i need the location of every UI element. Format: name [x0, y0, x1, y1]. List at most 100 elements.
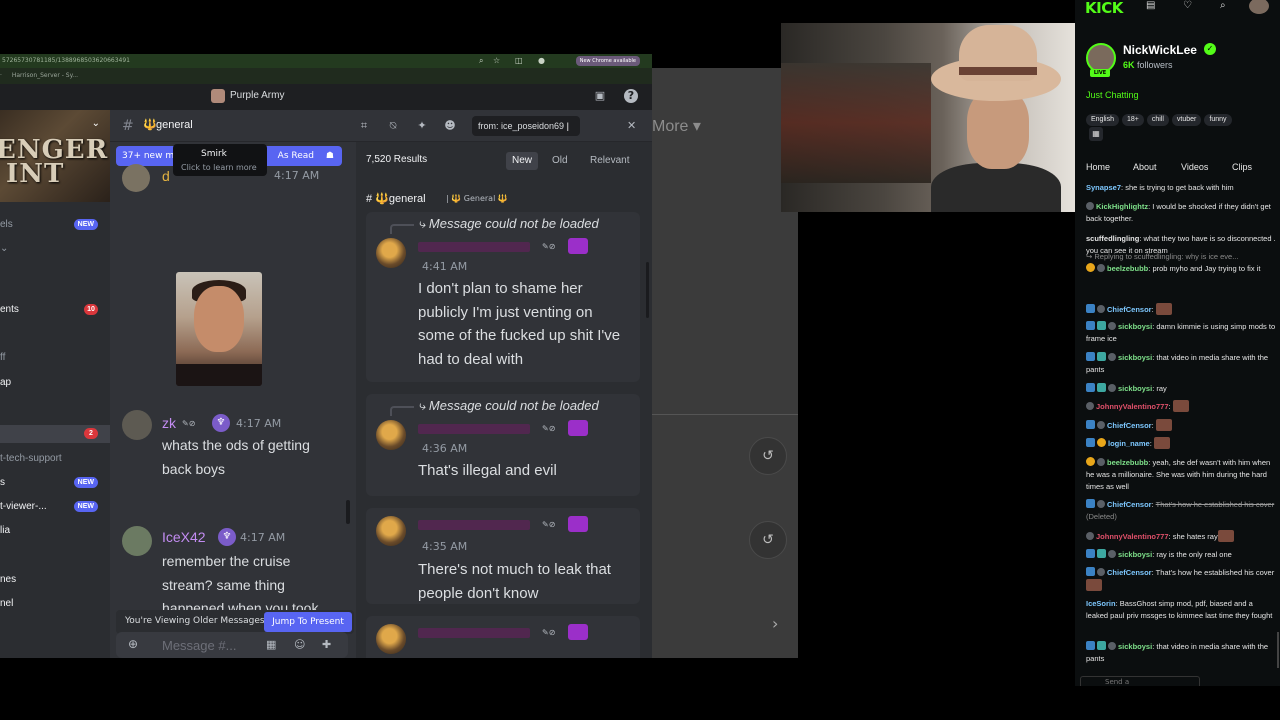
sidebar-item[interactable]: ap: [0, 374, 110, 392]
avatar[interactable]: [376, 238, 406, 268]
sidebar-item[interactable]: els NEW: [0, 216, 110, 234]
chat-username[interactable]: JohnnyValentino777: [1096, 532, 1169, 541]
message-input[interactable]: Message #...: [162, 638, 236, 653]
search-input[interactable]: from: ice_poseidon69 |: [472, 116, 580, 136]
scrollbar[interactable]: [346, 500, 350, 524]
message-composer[interactable]: ⊕ Message #... ▦ ☺ ✚: [116, 632, 348, 658]
chevron-right-icon[interactable]: ›: [772, 614, 778, 633]
zoom-icon[interactable]: ⌕: [479, 54, 483, 68]
sidebar-item[interactable]: t-viewer-... NEW: [0, 498, 110, 516]
close-icon[interactable]: ✕: [627, 119, 636, 132]
tab-about[interactable]: About: [1133, 162, 1157, 172]
scrollbar[interactable]: [646, 262, 649, 318]
inbox-icon[interactable]: ▣: [593, 89, 607, 103]
calendar-icon[interactable]: ▤: [1146, 0, 1155, 11]
heart-icon[interactable]: ♡: [1183, 0, 1192, 11]
add-attachment-icon[interactable]: ⊕: [128, 637, 138, 651]
schedule-icon[interactable]: ▦: [1089, 127, 1103, 141]
avatar[interactable]: [122, 410, 152, 440]
member-list-icon[interactable]: ☻: [443, 119, 457, 133]
avatar[interactable]: [376, 420, 406, 450]
sidebar-item-active[interactable]: 2: [0, 425, 110, 443]
chat-username[interactable]: ChiefCensor: [1107, 305, 1152, 314]
sidebar-item[interactable]: nel: [0, 595, 110, 613]
author-name-redacted[interactable]: [418, 628, 530, 638]
chat-username[interactable]: sickboysi: [1118, 353, 1152, 362]
tab-videos[interactable]: Videos: [1181, 162, 1208, 172]
gamepad-icon[interactable]: ✚: [322, 638, 331, 651]
chat-username[interactable]: Synapse7: [1086, 183, 1121, 192]
chat-username[interactable]: login_name: [1108, 439, 1150, 448]
sidebar-item[interactable]: ff: [0, 349, 110, 367]
avatar[interactable]: [376, 516, 406, 546]
results-channel[interactable]: # 🔱general: [366, 192, 426, 205]
author-name-redacted[interactable]: [418, 424, 530, 434]
chat-username[interactable]: IceSorin: [1086, 599, 1116, 608]
scrollbar[interactable]: [1277, 632, 1279, 668]
tag[interactable]: English: [1086, 114, 1119, 126]
chat-username[interactable]: ChiefCensor: [1107, 500, 1152, 509]
message-author[interactable]: zk: [162, 415, 176, 431]
tab-clips[interactable]: Clips: [1232, 162, 1252, 172]
chat-username[interactable]: ChiefCensor: [1107, 568, 1152, 577]
avatar[interactable]: [1249, 0, 1269, 14]
message-author[interactable]: IceX42: [162, 529, 206, 545]
new-chrome-button[interactable]: New Chrome available: [575, 56, 640, 66]
notification-bell-icon[interactable]: ⍉: [386, 119, 400, 133]
extension-icon[interactable]: ◫: [515, 54, 523, 68]
history-icon[interactable]: ↺: [749, 521, 787, 559]
sidebar-item[interactable]: t-tech-support: [0, 450, 110, 468]
tag[interactable]: 18+: [1121, 114, 1144, 126]
sidebar-item[interactable]: nes: [0, 571, 110, 589]
threads-icon[interactable]: ⌗: [357, 119, 371, 133]
chat-username[interactable]: sickboysi: [1118, 322, 1152, 331]
mark-as-read[interactable]: As Read: [278, 146, 314, 166]
chat-username[interactable]: beelzebubb: [1107, 264, 1148, 273]
tab-home[interactable]: Home: [1086, 162, 1110, 172]
chat-username[interactable]: sickboysi: [1118, 550, 1152, 559]
reply-preview[interactable]: ↪ Replying to scuffedlingling: why is ic…: [1086, 251, 1276, 263]
chat-input[interactable]: Send a: [1080, 676, 1200, 686]
sort-old-tab[interactable]: Old: [546, 152, 574, 170]
chat-username[interactable]: sickboysi: [1118, 642, 1152, 651]
bookmark-star-icon[interactable]: ☆: [493, 54, 500, 68]
avatar[interactable]: [122, 526, 152, 556]
sidebar-item[interactable]: ⌄: [0, 240, 110, 258]
profile-icon[interactable]: ●: [538, 54, 545, 68]
search-result-card[interactable]: ✎⊘: [366, 616, 640, 658]
message-author[interactable]: d: [162, 168, 170, 184]
sidebar-item[interactable]: lia: [0, 522, 110, 540]
mark-read-icon[interactable]: ☗: [326, 146, 334, 166]
chat-username[interactable]: sickboysi: [1118, 384, 1152, 393]
bookmark-item[interactable]: ·: [0, 72, 2, 79]
tag[interactable]: vtuber: [1171, 114, 1202, 126]
search-result-card[interactable]: ✎⊘ 4:35 AM There's not much to leak that…: [366, 508, 640, 604]
avatar[interactable]: [376, 624, 406, 654]
gift-icon[interactable]: ▦: [266, 638, 276, 651]
author-name-redacted[interactable]: [418, 520, 530, 530]
emoji-icon[interactable]: ☺: [294, 638, 305, 651]
url-text[interactable]: 57265730781185/1388968503620663491: [2, 57, 130, 64]
chat-username[interactable]: scuffedlingling: [1086, 234, 1139, 243]
chat-username[interactable]: JohnnyValentino777: [1096, 402, 1169, 411]
history-icon[interactable]: ↺: [749, 437, 787, 475]
browser-address-bar[interactable]: 57265730781185/1388968503620663491 ⌕ ☆ ◫…: [0, 54, 652, 68]
bookmark-item[interactable]: Harrison_Server - Sy...: [12, 72, 78, 79]
chevron-down-icon[interactable]: ⌄: [92, 118, 100, 129]
jump-to-present-button[interactable]: Jump To Present: [264, 612, 352, 632]
search-icon[interactable]: ⌕: [1220, 0, 1226, 11]
chat-username[interactable]: KickHighlightz: [1096, 202, 1148, 211]
sort-relevant-tab[interactable]: Relevant: [584, 152, 635, 170]
sidebar-item[interactable]: s NEW: [0, 474, 110, 492]
avatar[interactable]: [122, 164, 150, 192]
search-result-card[interactable]: ⤷ Message could not be loaded ✎⊘ 4:36 AM…: [366, 394, 640, 496]
author-name-redacted[interactable]: [418, 242, 530, 252]
pin-icon[interactable]: ✦: [415, 119, 429, 133]
chat-username[interactable]: beelzebubb: [1107, 458, 1148, 467]
sort-new-tab[interactable]: New: [506, 152, 539, 170]
sidebar-item[interactable]: ents 10: [0, 301, 110, 319]
search-result-card[interactable]: ⤷ Message could not be loaded ✎⊘ 4:41 AM…: [366, 212, 640, 382]
help-icon[interactable]: ?: [624, 89, 638, 103]
more-menu[interactable]: More ▾: [652, 116, 701, 136]
kick-logo[interactable]: KICK: [1085, 0, 1123, 17]
